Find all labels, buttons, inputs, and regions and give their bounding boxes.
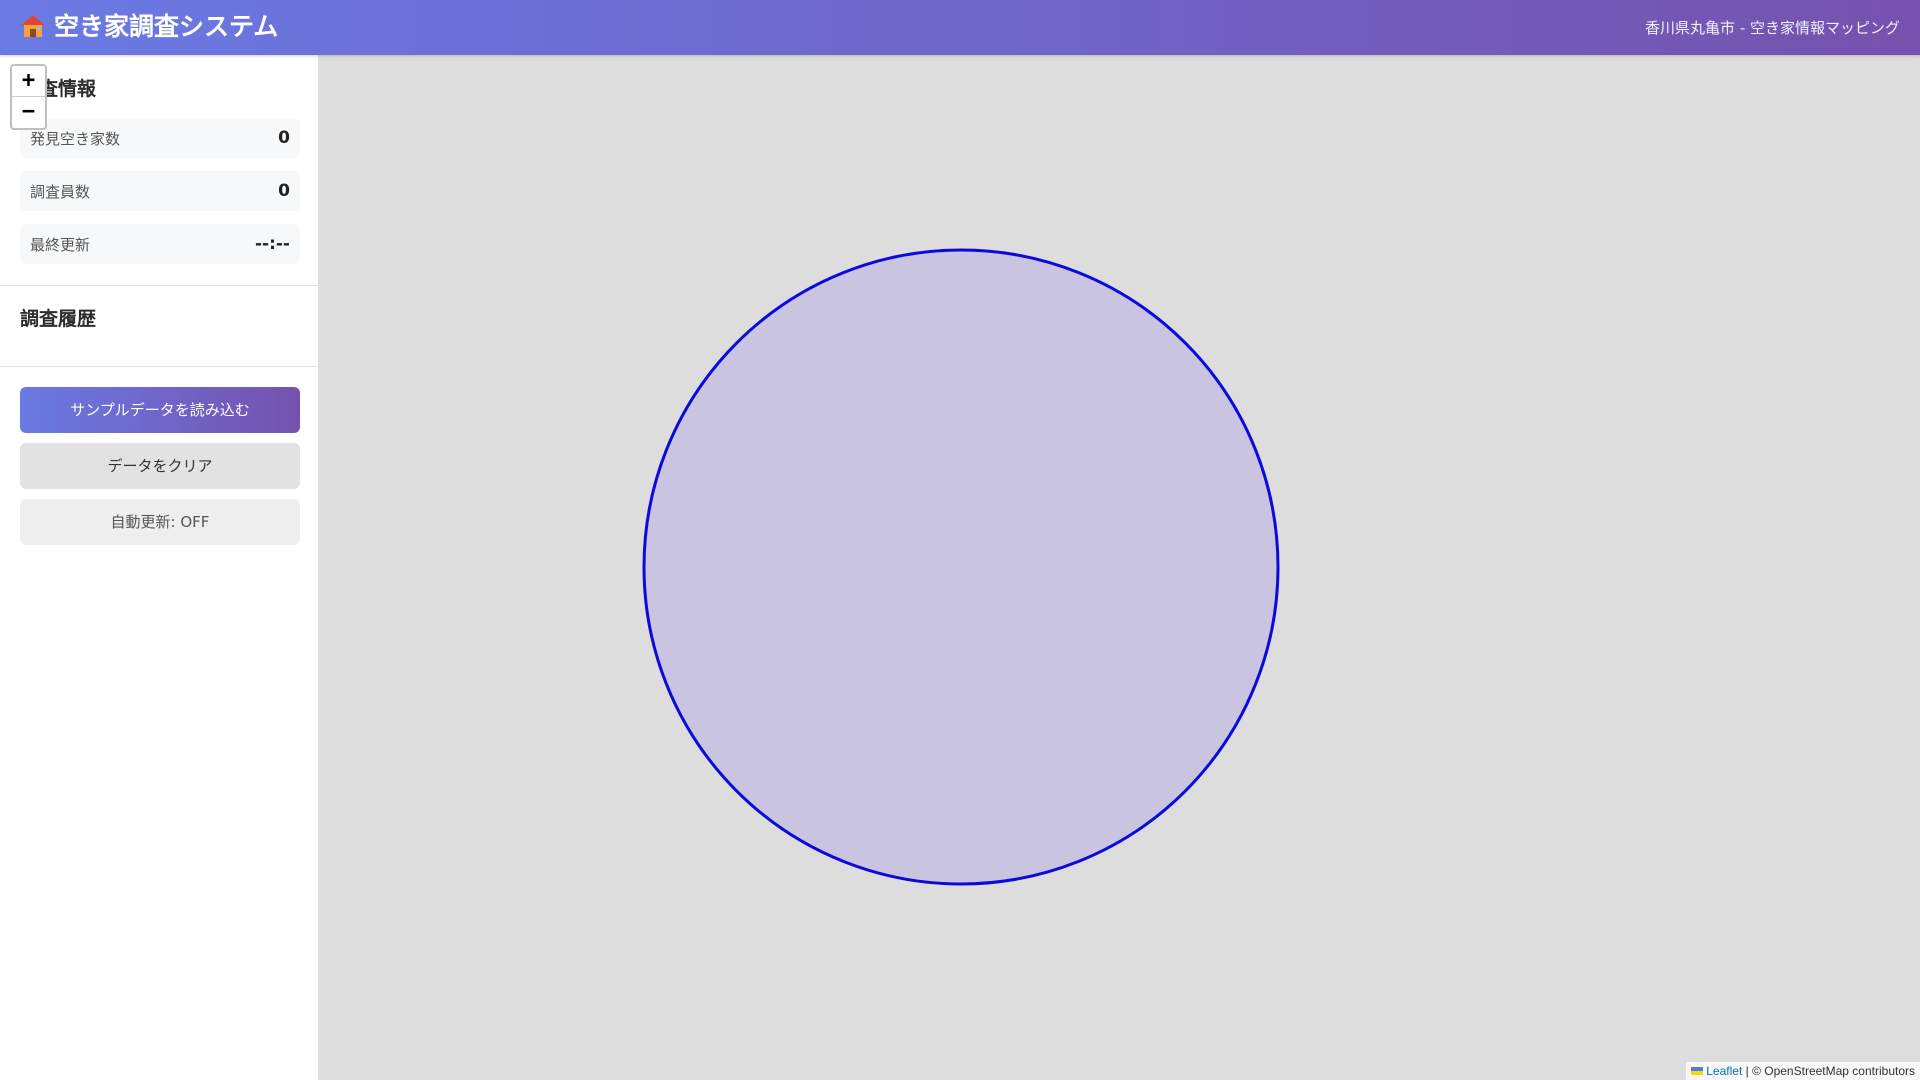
ukraine-flag-icon (1691, 1062, 1704, 1075)
stat-label: 発見空き家数 (30, 130, 121, 148)
app-title-text: 空き家調査システム (54, 12, 279, 41)
map-overlay (642, 248, 1280, 886)
app-header: 空き家調査システム 香川県丸亀市 - 空き家情報マッピング (0, 0, 1920, 55)
stat-value: --:-- (254, 234, 290, 254)
map-area[interactable]: Leaflet | © OpenStreetMap contributors (321, 55, 1920, 1080)
load-sample-data-button[interactable]: サンプルデータを読み込む (20, 387, 300, 433)
stat-value: 0 (278, 128, 290, 148)
stat-card-last-update: 最終更新 --:-- (20, 224, 300, 264)
sidebar: 調査情報 発見空き家数 0 調査員数 0 最終更新 --:-- 調査履歴 サンプ… (0, 55, 321, 1080)
osm-attribution: © OpenStreetMap contributors (1752, 1064, 1915, 1078)
stat-label: 最終更新 (30, 236, 91, 254)
clear-data-button[interactable]: データをクリア (20, 443, 300, 489)
map-attribution: Leaflet | © OpenStreetMap contributors (1686, 1062, 1920, 1080)
survey-history-title: 調査履歴 (20, 308, 97, 330)
app-title: 空き家調査システム (20, 11, 278, 43)
house-icon (20, 13, 46, 39)
stat-card-vacant-houses: 発見空き家数 0 (20, 118, 300, 158)
divider (0, 366, 318, 367)
survey-area-circle[interactable] (642, 248, 1280, 886)
stat-label: 調査員数 (30, 183, 91, 201)
leaflet-link[interactable]: Leaflet (1706, 1064, 1742, 1078)
zoom-in-button[interactable]: + (12, 66, 45, 96)
stat-card-surveyors: 調査員数 0 (20, 171, 300, 211)
divider (0, 285, 318, 286)
zoom-control: + − (10, 64, 47, 130)
auto-update-toggle[interactable]: 自動更新: OFF (20, 499, 300, 545)
header-subtitle: 香川県丸亀市 - 空き家情報マッピング (1645, 19, 1900, 37)
zoom-out-button[interactable]: − (12, 96, 45, 127)
stat-value: 0 (278, 181, 290, 201)
attribution-separator: | (1742, 1064, 1753, 1078)
